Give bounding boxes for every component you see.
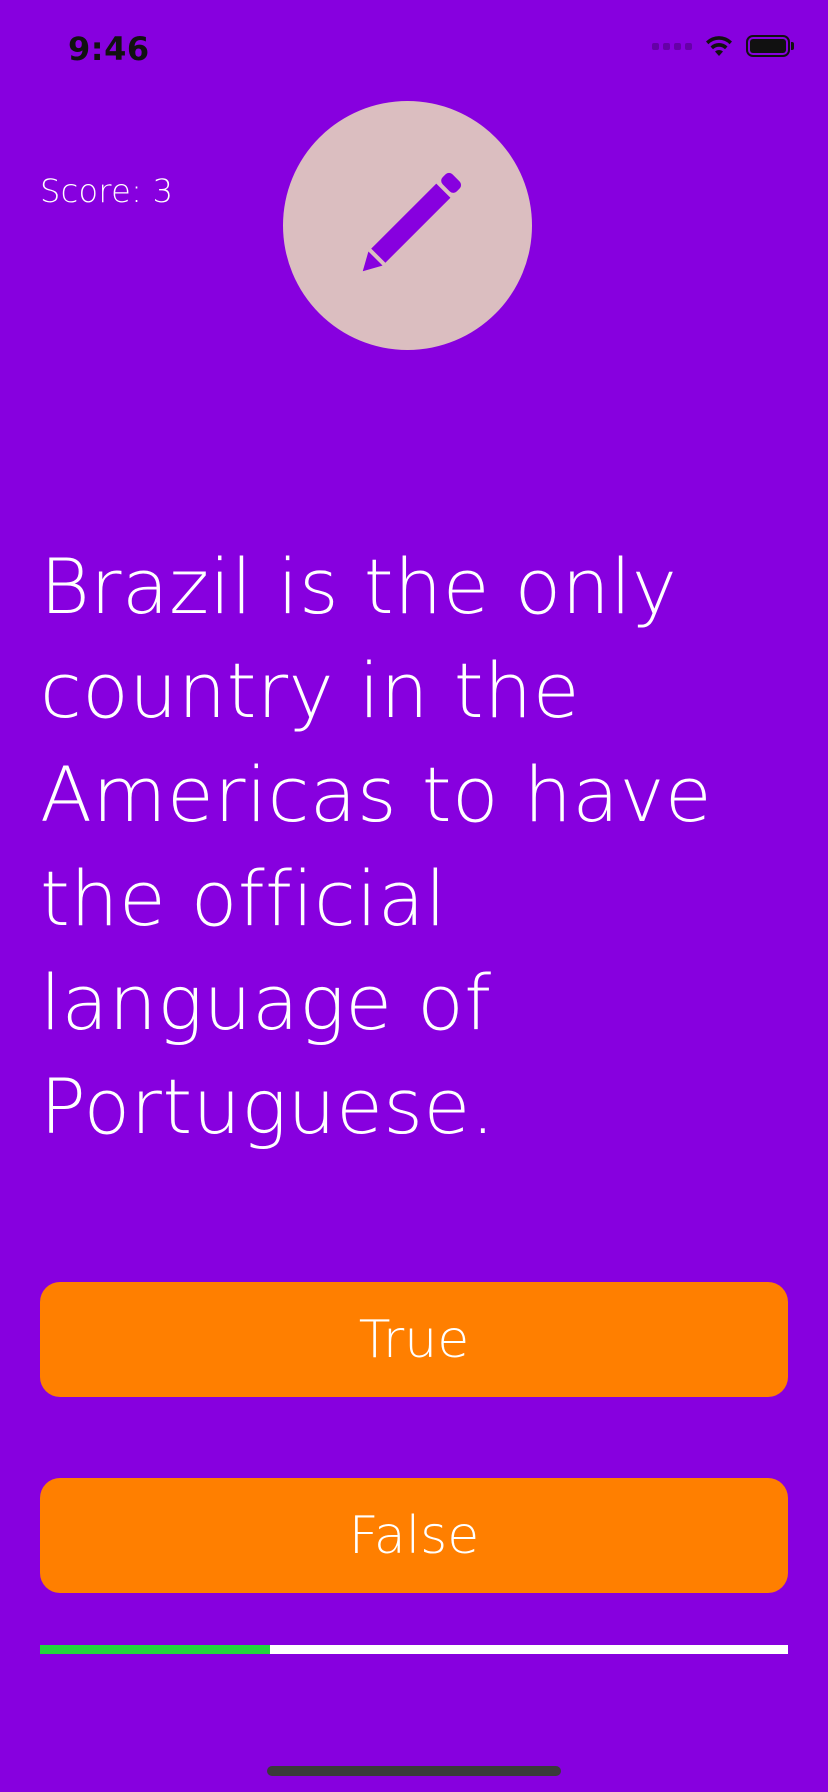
cellular-signal-icon (652, 42, 692, 50)
category-badge (283, 101, 532, 350)
wifi-icon (706, 36, 732, 56)
pencil-icon (362, 172, 461, 271)
home-indicator[interactable] (267, 1766, 561, 1776)
score-label: Score: 3 (40, 172, 174, 210)
quiz-progress-bar (40, 1645, 788, 1654)
false-button[interactable]: False (40, 1478, 788, 1593)
status-time: 9:46 (68, 30, 150, 68)
battery-icon (746, 35, 794, 57)
quiz-progress-fill (40, 1645, 270, 1654)
question-text: Brazil is the only country in the Americ… (40, 542, 713, 1151)
true-button[interactable]: True (40, 1282, 788, 1397)
status-indicators (652, 34, 794, 58)
